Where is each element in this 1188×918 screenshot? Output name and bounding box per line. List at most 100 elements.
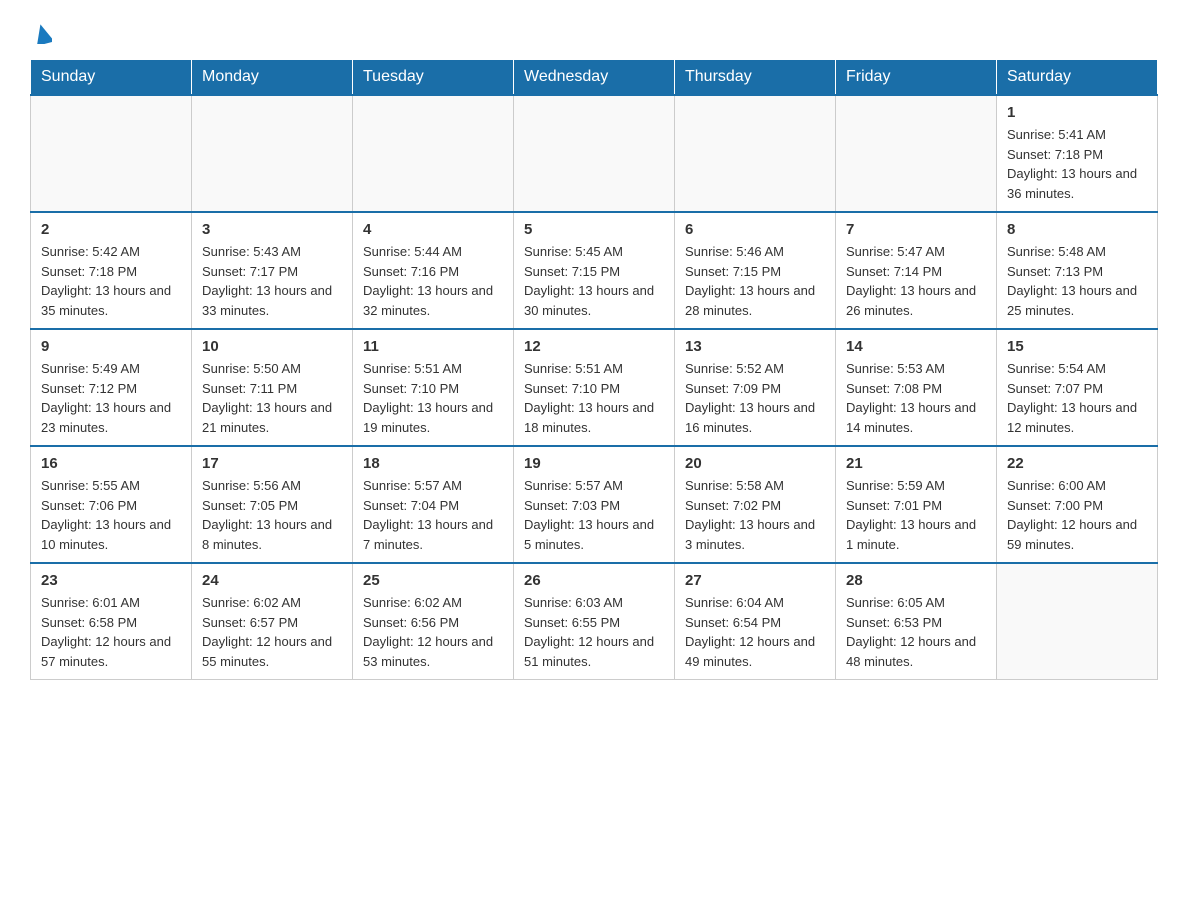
calendar-day-cell: 7 Sunrise: 5:47 AMSunset: 7:14 PMDaylight…	[836, 212, 997, 329]
calendar-day-cell: 16 Sunrise: 5:55 AMSunset: 7:06 PMDayligh…	[31, 446, 192, 563]
day-number: 19	[524, 455, 664, 472]
day-info: Sunrise: 5:52 AMSunset: 7:09 PMDaylight:…	[685, 359, 825, 437]
col-tuesday: Tuesday	[353, 60, 514, 96]
calendar-header-row: Sunday Monday Tuesday Wednesday Thursday…	[31, 60, 1158, 96]
logo-line1	[30, 20, 52, 53]
day-number: 11	[363, 338, 503, 355]
calendar-day-cell: 9Sunrise: 5:49 AMSunset: 7:12 PMDaylight…	[31, 329, 192, 446]
day-info: Sunrise: 5:45 AMSunset: 7:15 PMDaylight:…	[524, 242, 664, 320]
day-info: Sunrise: 5:50 AMSunset: 7:11 PMDaylight:…	[202, 359, 342, 437]
day-number: 13	[685, 338, 825, 355]
page-header	[30, 20, 1158, 49]
day-info: Sunrise: 6:02 AMSunset: 6:56 PMDaylight:…	[363, 593, 503, 671]
day-info: Sunrise: 6:02 AMSunset: 6:57 PMDaylight:…	[202, 593, 342, 671]
day-number: 3	[202, 221, 342, 238]
day-number: 1	[1007, 104, 1147, 121]
calendar-day-cell	[31, 95, 192, 212]
calendar-day-cell: 19 Sunrise: 5:57 AMSunset: 7:03 PMDayligh…	[514, 446, 675, 563]
day-number: 12	[524, 338, 664, 355]
calendar-week-row: 16 Sunrise: 5:55 AMSunset: 7:06 PMDayligh…	[31, 446, 1158, 563]
day-number: 15	[1007, 338, 1147, 355]
day-number: 23	[41, 572, 181, 589]
day-number: 25	[363, 572, 503, 589]
calendar-day-cell: 8 Sunrise: 5:48 AMSunset: 7:13 PMDaylight…	[997, 212, 1158, 329]
day-number: 2	[41, 221, 181, 238]
day-info: Sunrise: 5:58 AMSunset: 7:02 PMDaylight:…	[685, 476, 825, 554]
calendar-day-cell: 28 Sunrise: 6:05 AMSunset: 6:53 PMDayligh…	[836, 563, 997, 680]
calendar-week-row: 23 Sunrise: 6:01 AMSunset: 6:58 PMDayligh…	[31, 563, 1158, 680]
calendar-day-cell: 21Sunrise: 5:59 AMSunset: 7:01 PMDayligh…	[836, 446, 997, 563]
calendar-day-cell: 25 Sunrise: 6:02 AMSunset: 6:56 PMDayligh…	[353, 563, 514, 680]
col-saturday: Saturday	[997, 60, 1158, 96]
day-info: Sunrise: 5:55 AMSunset: 7:06 PMDaylight:…	[41, 476, 181, 554]
day-number: 28	[846, 572, 986, 589]
day-number: 20	[685, 455, 825, 472]
day-number: 17	[202, 455, 342, 472]
calendar-day-cell: 2Sunrise: 5:42 AMSunset: 7:18 PMDaylight…	[31, 212, 192, 329]
calendar-day-cell: 27 Sunrise: 6:04 AMSunset: 6:54 PMDayligh…	[675, 563, 836, 680]
col-sunday: Sunday	[31, 60, 192, 96]
calendar-day-cell: 18Sunrise: 5:57 AMSunset: 7:04 PMDayligh…	[353, 446, 514, 563]
calendar-day-cell: 5 Sunrise: 5:45 AMSunset: 7:15 PMDaylight…	[514, 212, 675, 329]
calendar-day-cell: 22 Sunrise: 6:00 AMSunset: 7:00 PMDayligh…	[997, 446, 1158, 563]
calendar-day-cell	[514, 95, 675, 212]
day-info: Sunrise: 5:41 AMSunset: 7:18 PMDaylight:…	[1007, 125, 1147, 203]
calendar-week-row: 2Sunrise: 5:42 AMSunset: 7:18 PMDaylight…	[31, 212, 1158, 329]
day-info: Sunrise: 5:54 AMSunset: 7:07 PMDaylight:…	[1007, 359, 1147, 437]
day-info: Sunrise: 5:59 AMSunset: 7:01 PMDaylight:…	[846, 476, 986, 554]
calendar-day-cell: 6 Sunrise: 5:46 AMSunset: 7:15 PMDaylight…	[675, 212, 836, 329]
calendar-day-cell: 15 Sunrise: 5:54 AMSunset: 7:07 PMDayligh…	[997, 329, 1158, 446]
day-info: Sunrise: 5:51 AMSunset: 7:10 PMDaylight:…	[524, 359, 664, 437]
day-number: 6	[685, 221, 825, 238]
logo-triangle-icon	[34, 20, 52, 51]
calendar-day-cell: 4 Sunrise: 5:44 AMSunset: 7:16 PMDaylight…	[353, 212, 514, 329]
calendar-week-row: 1 Sunrise: 5:41 AMSunset: 7:18 PMDaylight…	[31, 95, 1158, 212]
day-info: Sunrise: 6:03 AMSunset: 6:55 PMDaylight:…	[524, 593, 664, 671]
day-number: 24	[202, 572, 342, 589]
calendar-day-cell: 23 Sunrise: 6:01 AMSunset: 6:58 PMDayligh…	[31, 563, 192, 680]
day-number: 27	[685, 572, 825, 589]
day-info: Sunrise: 6:05 AMSunset: 6:53 PMDaylight:…	[846, 593, 986, 671]
calendar-day-cell: 24 Sunrise: 6:02 AMSunset: 6:57 PMDayligh…	[192, 563, 353, 680]
calendar-day-cell	[836, 95, 997, 212]
day-info: Sunrise: 6:04 AMSunset: 6:54 PMDaylight:…	[685, 593, 825, 671]
day-number: 16	[41, 455, 181, 472]
calendar-day-cell: 11 Sunrise: 5:51 AMSunset: 7:10 PMDayligh…	[353, 329, 514, 446]
day-info: Sunrise: 5:53 AMSunset: 7:08 PMDaylight:…	[846, 359, 986, 437]
day-info: Sunrise: 5:56 AMSunset: 7:05 PMDaylight:…	[202, 476, 342, 554]
day-info: Sunrise: 5:51 AMSunset: 7:10 PMDaylight:…	[363, 359, 503, 437]
day-number: 7	[846, 221, 986, 238]
calendar-day-cell: 1 Sunrise: 5:41 AMSunset: 7:18 PMDaylight…	[997, 95, 1158, 212]
day-info: Sunrise: 5:44 AMSunset: 7:16 PMDaylight:…	[363, 242, 503, 320]
day-number: 8	[1007, 221, 1147, 238]
calendar-day-cell	[192, 95, 353, 212]
day-number: 5	[524, 221, 664, 238]
calendar-day-cell: 17 Sunrise: 5:56 AMSunset: 7:05 PMDayligh…	[192, 446, 353, 563]
calendar-day-cell	[353, 95, 514, 212]
day-info: Sunrise: 5:47 AMSunset: 7:14 PMDaylight:…	[846, 242, 986, 320]
calendar-day-cell: 13 Sunrise: 5:52 AMSunset: 7:09 PMDayligh…	[675, 329, 836, 446]
day-number: 22	[1007, 455, 1147, 472]
day-number: 26	[524, 572, 664, 589]
day-info: Sunrise: 5:46 AMSunset: 7:15 PMDaylight:…	[685, 242, 825, 320]
col-thursday: Thursday	[675, 60, 836, 96]
calendar-day-cell: 20 Sunrise: 5:58 AMSunset: 7:02 PMDayligh…	[675, 446, 836, 563]
logo	[30, 20, 52, 49]
day-info: Sunrise: 5:43 AMSunset: 7:17 PMDaylight:…	[202, 242, 342, 320]
day-number: 14	[846, 338, 986, 355]
day-info: Sunrise: 5:49 AMSunset: 7:12 PMDaylight:…	[41, 359, 181, 437]
col-monday: Monday	[192, 60, 353, 96]
col-wednesday: Wednesday	[514, 60, 675, 96]
day-info: Sunrise: 5:57 AMSunset: 7:04 PMDaylight:…	[363, 476, 503, 554]
calendar-day-cell: 26 Sunrise: 6:03 AMSunset: 6:55 PMDayligh…	[514, 563, 675, 680]
day-info: Sunrise: 6:00 AMSunset: 7:00 PMDaylight:…	[1007, 476, 1147, 554]
day-info: Sunrise: 5:57 AMSunset: 7:03 PMDaylight:…	[524, 476, 664, 554]
calendar-day-cell: 10 Sunrise: 5:50 AMSunset: 7:11 PMDayligh…	[192, 329, 353, 446]
day-info: Sunrise: 5:48 AMSunset: 7:13 PMDaylight:…	[1007, 242, 1147, 320]
day-number: 10	[202, 338, 342, 355]
day-info: Sunrise: 6:01 AMSunset: 6:58 PMDaylight:…	[41, 593, 181, 671]
calendar-day-cell	[675, 95, 836, 212]
col-friday: Friday	[836, 60, 997, 96]
day-number: 4	[363, 221, 503, 238]
calendar-day-cell	[997, 563, 1158, 680]
